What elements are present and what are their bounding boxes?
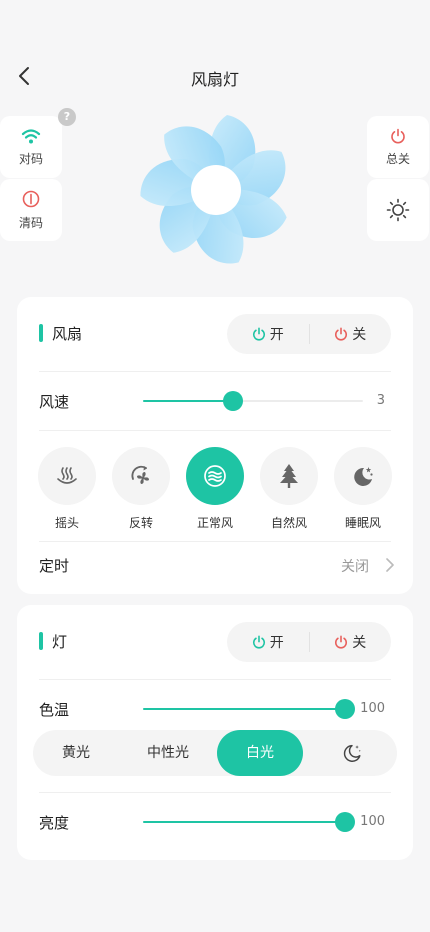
slider-fill	[143, 821, 345, 823]
mode-normal-wind-circle	[186, 447, 244, 505]
section-accent-bar	[39, 632, 43, 650]
fan-power-toggle: 开 关	[227, 314, 391, 354]
light-mode-selector: 黄光 中性光 白光	[33, 730, 397, 776]
fan-modes: 摇头 反转 正常风 自然风 睡眠风	[38, 447, 393, 531]
fan-speed-value: 3	[376, 393, 385, 408]
night-moon-icon	[343, 744, 361, 762]
reverse-icon	[131, 465, 149, 484]
wifi-icon	[21, 128, 41, 143]
clear-icon	[22, 190, 40, 207]
moon-icon	[354, 467, 373, 486]
divider	[39, 679, 391, 680]
mode-reverse[interactable]: 反转	[112, 447, 170, 531]
fan-illustration	[140, 115, 287, 264]
fan-off-label: 关	[352, 327, 367, 343]
divider	[39, 541, 391, 542]
light-mode-white[interactable]: 白光	[217, 730, 303, 776]
color-temp-label: 色温	[39, 701, 70, 719]
mode-oscillate-label: 摇头	[54, 516, 79, 530]
brightness-settings-button[interactable]	[367, 179, 429, 241]
slider-thumb[interactable]	[335, 699, 355, 719]
light-off-label: 关	[352, 635, 367, 651]
slider-thumb[interactable]	[223, 391, 244, 411]
mode-natural-wind-label: 自然风	[270, 516, 307, 530]
page-title: 风扇灯	[190, 70, 239, 89]
header: 风扇灯	[0, 56, 430, 96]
fan-section-header: 风扇	[39, 323, 82, 343]
light-card: 灯 开 关 色温 100 黄光 中性光 白光 亮度 100	[17, 605, 413, 860]
mode-normal-wind-label: 正常风	[196, 516, 233, 530]
power-icon	[391, 128, 405, 143]
light-mode-night[interactable]	[309, 730, 395, 776]
slider-fill	[143, 400, 234, 402]
fan-card: 风扇 开 关 风速 3 摇头 反转 正常风 自然风 睡眠风 定时 关闭	[17, 297, 413, 594]
mode-reverse-label: 反转	[128, 516, 153, 530]
brightness-slider[interactable]	[143, 812, 355, 832]
all-off-button[interactable]: 总关	[367, 116, 429, 178]
help-badge[interactable]: ?	[58, 108, 76, 126]
normal-wind-icon	[204, 465, 226, 487]
mode-reverse-circle	[112, 447, 170, 505]
mode-natural-wind[interactable]: 自然风	[260, 447, 318, 531]
power-icon	[252, 635, 265, 649]
fan-speed-slider[interactable]	[143, 391, 363, 411]
mode-sleep-wind-circle	[334, 447, 392, 505]
fan-on-button[interactable]: 开	[227, 314, 309, 354]
power-icon	[335, 635, 348, 649]
light-power-toggle: 开 关	[227, 622, 391, 662]
brightness-label: 亮度	[39, 814, 70, 832]
light-off-button[interactable]: 关	[310, 622, 392, 662]
divider	[39, 371, 391, 372]
tree-icon	[280, 464, 298, 488]
mode-normal-wind[interactable]: 正常风	[186, 447, 244, 531]
pair-button[interactable]: 对码	[0, 116, 62, 178]
light-mode-warm[interactable]: 黄光	[33, 730, 119, 776]
clear-code-label: 清码	[18, 215, 43, 230]
clear-code-button[interactable]: 清码	[0, 179, 62, 241]
divider	[39, 430, 391, 431]
light-section-title: 灯	[52, 632, 68, 651]
fan-speed-label: 风速	[39, 393, 70, 411]
divider	[39, 792, 391, 793]
mode-sleep-wind[interactable]: 睡眠风	[334, 447, 392, 531]
sun-icon	[386, 198, 410, 222]
timer-value[interactable]: 关闭	[341, 556, 369, 576]
light-on-label: 开	[269, 635, 284, 651]
fan-off-button[interactable]: 关	[310, 314, 392, 354]
oscillate-icon	[57, 467, 77, 484]
mode-oscillate[interactable]: 摇头	[38, 447, 96, 531]
slider-fill	[143, 708, 345, 710]
power-icon	[252, 327, 265, 341]
light-on-button[interactable]: 开	[227, 622, 309, 662]
mode-natural-wind-circle	[260, 447, 318, 505]
fan-section-title: 风扇	[52, 324, 83, 343]
brightness-value: 100	[360, 814, 385, 829]
color-temp-slider[interactable]	[143, 699, 355, 719]
fan-on-label: 开	[269, 327, 284, 343]
color-temp-value: 100	[360, 701, 385, 716]
mode-sleep-wind-label: 睡眠风	[344, 516, 381, 530]
light-section-header: 灯	[39, 631, 67, 651]
power-icon	[335, 327, 348, 341]
slider-thumb[interactable]	[335, 812, 355, 832]
section-accent-bar	[39, 324, 43, 342]
pair-label: 对码	[18, 151, 43, 166]
mode-oscillate-circle	[38, 447, 96, 505]
all-off-label: 总关	[385, 151, 410, 166]
chevron-right-icon[interactable]	[385, 558, 395, 572]
light-mode-neutral[interactable]: 中性光	[125, 730, 211, 776]
timer-label: 定时	[39, 557, 70, 575]
